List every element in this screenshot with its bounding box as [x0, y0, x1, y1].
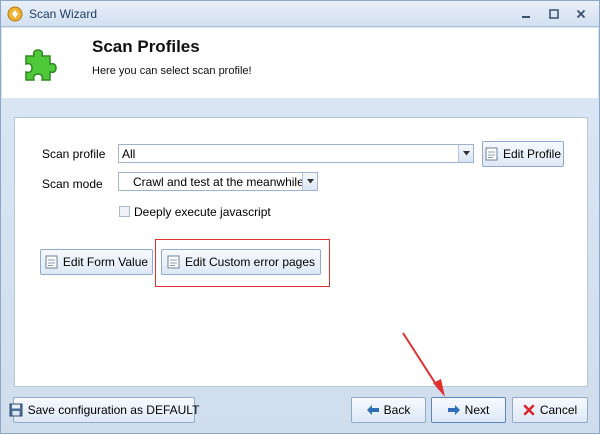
edit-form-value-button[interactable]: Edit Form Value [40, 249, 153, 275]
save-configuration-label: Save configuration as DEFAULT [27, 403, 200, 417]
close-button[interactable] [573, 6, 589, 22]
cancel-label: Cancel [539, 403, 578, 417]
edit-form-value-label: Edit Form Value [62, 255, 149, 269]
scan-profile-select[interactable]: All [118, 144, 474, 163]
highlight-box [155, 239, 330, 287]
title-bar[interactable]: Scan Wizard [1, 1, 599, 27]
scan-profile-label: Scan profile [42, 147, 106, 161]
save-configuration-default-button[interactable]: Save configuration as DEFAULT [9, 397, 199, 423]
red-x-icon [523, 404, 535, 416]
arrow-right-icon [447, 405, 460, 415]
deeply-execute-checkbox[interactable] [119, 206, 130, 217]
arrow-left-icon [366, 405, 379, 415]
page-subtitle: Here you can select scan profile! [92, 65, 252, 77]
scan-mode-dropdown-button[interactable] [302, 173, 317, 190]
annotation-arrow [402, 332, 445, 397]
scan-wizard-app-icon [7, 6, 23, 22]
back-label: Back [383, 403, 411, 417]
minimize-button[interactable] [518, 6, 534, 22]
scan-mode-select[interactable]: Crawl and test at the meanwhile [118, 172, 318, 191]
scan-mode-value: Crawl and test at the meanwhile [133, 175, 304, 189]
scan-wizard-window: Scan Wizard Scan Profiles Here you can s… [0, 0, 600, 434]
close-icon [576, 9, 586, 19]
maximize-button[interactable] [546, 6, 562, 22]
edit-profile-label: Edit Profile [502, 147, 562, 161]
page-title: Scan Profiles [92, 37, 200, 56]
document-edit-icon [485, 147, 498, 161]
next-button[interactable]: Next [431, 397, 506, 423]
edit-profile-button[interactable]: Edit Profile [482, 141, 564, 167]
next-label: Next [464, 403, 490, 417]
wizard-header: Scan Profiles Here you can select scan p… [2, 28, 598, 98]
floppy-disk-icon [9, 403, 23, 417]
window-title: Scan Wizard [29, 7, 98, 21]
scan-profile-value: All [122, 147, 136, 161]
chevron-down-icon [306, 179, 314, 184]
chevron-down-icon [462, 151, 470, 156]
document-edit-icon [45, 255, 58, 269]
maximize-icon [549, 9, 559, 19]
cancel-button[interactable]: Cancel [512, 397, 588, 423]
puzzle-piece-icon [25, 49, 57, 81]
minimize-icon [522, 16, 530, 18]
scan-mode-label: Scan mode [42, 177, 103, 191]
scan-profile-dropdown-button[interactable] [458, 145, 473, 162]
back-button[interactable]: Back [351, 397, 426, 423]
deeply-execute-label: Deeply execute javascript [134, 205, 271, 219]
